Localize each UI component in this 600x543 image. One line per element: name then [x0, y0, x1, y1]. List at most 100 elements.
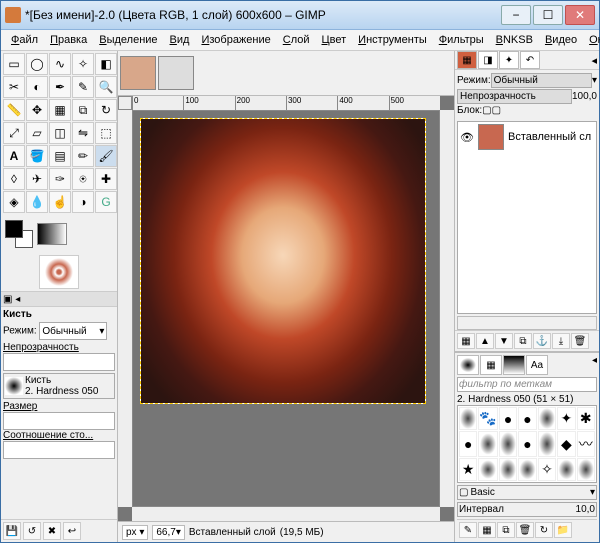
menu-file[interactable]: Файл — [5, 32, 44, 48]
fg-color[interactable] — [5, 220, 23, 238]
brush-item[interactable] — [499, 431, 517, 457]
brush-item[interactable] — [459, 407, 477, 430]
brushes-menu-icon[interactable]: ◂ — [592, 355, 597, 375]
tab-paths[interactable]: ✦ — [499, 51, 519, 69]
layer-list[interactable]: 👁 Вставленный сл — [457, 121, 597, 314]
tool-scale[interactable]: ⤢ — [3, 122, 25, 144]
brush-item[interactable] — [518, 431, 536, 457]
tool-flip[interactable]: ⇋ — [72, 122, 94, 144]
tool-paintbrush[interactable]: 🖌 — [95, 145, 117, 167]
tool-ellipse-select[interactable]: ◯ — [26, 53, 48, 75]
tool-move[interactable]: ✥ — [26, 99, 48, 121]
tab-fonts[interactable]: Aa — [526, 355, 548, 375]
edit-brush-icon[interactable]: ✎ — [459, 522, 477, 538]
zoom-select[interactable]: 66,7▾ — [152, 525, 185, 540]
brush-item[interactable]: ✧ — [538, 458, 556, 481]
ruler-horizontal[interactable]: 0100200300400500 — [132, 96, 440, 111]
lock-alpha-icon[interactable]: ▢ — [492, 105, 501, 116]
chevron-down-icon[interactable]: ▾ — [590, 487, 595, 498]
raise-layer-icon[interactable]: ▲ — [476, 333, 494, 349]
brush-item[interactable] — [538, 431, 556, 457]
delete-brush-icon[interactable]: 🗑 — [516, 522, 534, 538]
save-icon[interactable]: 💾 — [3, 522, 21, 540]
tab-brushes[interactable] — [457, 355, 479, 375]
brush-item[interactable]: ✦ — [557, 407, 575, 430]
delete-icon[interactable]: ✖ — [43, 522, 61, 540]
tab-undo[interactable]: ↶ — [520, 51, 540, 69]
tool-color-select[interactable]: ◧ — [95, 53, 117, 75]
menu-colors[interactable]: Цвет — [316, 32, 353, 48]
tool-eraser[interactable]: ◊ — [3, 168, 25, 190]
scrollbar-v[interactable] — [439, 110, 454, 507]
tool-cage[interactable]: ⬚ — [95, 122, 117, 144]
brush-item[interactable] — [518, 407, 536, 430]
restore-icon[interactable]: ↩ — [63, 522, 81, 540]
image-tab-2[interactable] — [158, 56, 194, 90]
new-brush-icon[interactable]: ▦ — [478, 522, 496, 538]
size-slider[interactable] — [3, 412, 115, 430]
open-folder-icon[interactable]: 📁 — [554, 522, 572, 538]
brush-basic-select[interactable]: Basic — [470, 487, 588, 498]
tab-patterns[interactable]: ▦ — [480, 355, 502, 375]
tool-shear[interactable]: ▱ — [26, 122, 48, 144]
brush-filter-input[interactable]: фильтр по меткам — [457, 377, 597, 392]
copy-brush-icon[interactable]: ⧉ — [497, 522, 515, 538]
brush-item[interactable] — [478, 458, 497, 481]
tool-align[interactable]: ▦ — [49, 99, 71, 121]
brush-dock-tab[interactable]: ▣ ◂ — [1, 291, 117, 307]
menu-view[interactable]: Вид — [164, 32, 196, 48]
merge-down-icon[interactable]: ⤓ — [552, 333, 570, 349]
unit-select[interactable]: px ▾ — [122, 525, 148, 540]
tool-zoom[interactable]: 🔍 — [95, 76, 117, 98]
tool-heal[interactable]: ✚ — [95, 168, 117, 190]
lock-pixels-icon[interactable]: ▢ — [482, 105, 491, 116]
brush-item[interactable]: ✱ — [577, 407, 595, 430]
tool-blend[interactable]: ▤ — [49, 145, 71, 167]
tool-scissors[interactable]: ✂ — [3, 76, 25, 98]
maximize-button[interactable]: ☐ — [533, 5, 563, 25]
mode-select[interactable]: Обычный▾ — [39, 322, 107, 340]
tool-crop[interactable]: ⧉ — [72, 99, 94, 121]
tool-perspective[interactable]: ◫ — [49, 122, 71, 144]
menu-filters[interactable]: Фильтры — [433, 32, 490, 48]
layer-item[interactable]: 👁 Вставленный сл — [458, 122, 596, 152]
close-button[interactable]: ✕ — [565, 5, 595, 25]
brush-item[interactable] — [518, 458, 536, 481]
brush-selector[interactable]: Кисть2. Hardness 050 — [3, 373, 115, 399]
gradient-thumb[interactable] — [37, 223, 67, 245]
tool-bucket[interactable]: 🪣 — [26, 145, 48, 167]
tool-paths[interactable]: ✒ — [49, 76, 71, 98]
brush-item[interactable] — [499, 407, 517, 430]
lower-layer-icon[interactable]: ▼ — [495, 333, 513, 349]
visibility-eye-icon[interactable]: 👁 — [460, 130, 474, 144]
tab-channels[interactable]: ◨ — [478, 51, 498, 69]
brush-item[interactable] — [538, 407, 556, 430]
tool-perspective-clone[interactable]: ◈ — [3, 191, 25, 213]
tool-free-select[interactable]: ∿ — [49, 53, 71, 75]
brush-item[interactable] — [478, 431, 497, 457]
pattern-preview[interactable] — [39, 255, 79, 289]
tab-layers[interactable]: ▦ — [457, 51, 477, 69]
menu-layer[interactable]: Слой — [277, 32, 316, 48]
tool-smudge[interactable]: ☝ — [49, 191, 71, 213]
menu-bnksb[interactable]: BNKSB — [490, 32, 539, 48]
tool-rotate[interactable]: ↻ — [95, 99, 117, 121]
layer-mode-select[interactable]: Обычный — [491, 73, 592, 88]
image-tab-1[interactable] — [120, 56, 156, 90]
brush-item[interactable] — [499, 458, 517, 481]
brush-item[interactable] — [459, 458, 477, 481]
brush-grid[interactable]: 🐾 ✦ ✱ ◆ 〰 ✧ — [457, 405, 597, 483]
layer-opacity-slider[interactable]: Непрозрачность — [457, 89, 572, 104]
tool-foreground[interactable]: ◐ — [26, 76, 48, 98]
tool-gegl[interactable]: G — [95, 191, 117, 213]
brush-item[interactable]: ◆ — [557, 431, 575, 457]
ruler-vertical[interactable] — [118, 110, 133, 507]
tool-fuzzy-select[interactable]: ✧ — [72, 53, 94, 75]
brush-item[interactable] — [557, 458, 575, 481]
fg-bg-swatch[interactable] — [5, 220, 33, 248]
menu-image[interactable]: Изображение — [195, 32, 276, 48]
tool-ink[interactable]: ✑ — [49, 168, 71, 190]
scrollbar-h[interactable] — [132, 506, 440, 521]
brush-item[interactable]: 🐾 — [478, 407, 497, 430]
anchor-layer-icon[interactable]: ⚓ — [533, 333, 551, 349]
